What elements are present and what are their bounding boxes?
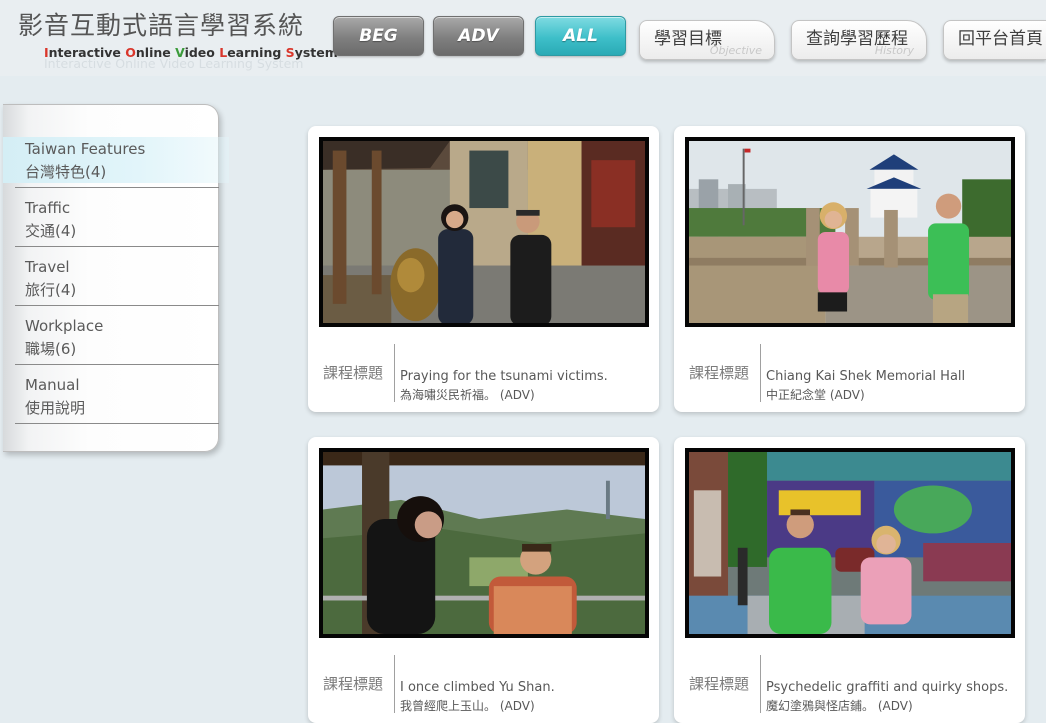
level-all-button[interactable]: ALL <box>535 16 626 56</box>
lesson-title-zh: 為海嘯災民祈福。 (ADV) <box>400 388 535 402</box>
sidebar-item-label-en: Taiwan Features <box>25 140 146 158</box>
sidebar-divider <box>15 364 219 365</box>
tab-learning-objective-label: 學習目標 <box>654 29 722 49</box>
sidebar-item-label-en: Manual <box>25 376 80 394</box>
lesson-title-zh: 我曾經爬上玉山。 (ADV) <box>400 699 535 713</box>
tab-learning-objective[interactable]: 學習目標 Objective <box>639 20 775 60</box>
lesson-title-label: 課程標題 <box>689 675 750 693</box>
level-beg-button[interactable]: BEG <box>333 16 424 56</box>
video-thumbnail[interactable] <box>319 448 649 638</box>
lesson-card-tsunami[interactable]: 課程標題 Praying for the tsunami victims. 為海… <box>308 126 659 412</box>
sidebar-item-label-zh: 職場(6) <box>25 340 77 358</box>
card-divider <box>394 655 395 713</box>
lesson-title-zh: 中正紀念堂 (ADV) <box>766 388 865 402</box>
sidebar-item-workplace[interactable]: Workplace 職場(6) <box>3 315 219 365</box>
video-thumbnail[interactable] <box>685 137 1015 327</box>
sidebar-item-label-en: Traffic <box>25 199 71 217</box>
video-thumbnail[interactable] <box>685 448 1015 638</box>
sidebar-item-travel[interactable]: Travel 旅行(4) <box>3 256 219 306</box>
lesson-title-zh: 魔幻塗鴉與怪店鋪。 (ADV) <box>766 699 913 713</box>
video-thumbnail-image <box>323 452 645 634</box>
sidebar-divider <box>15 423 219 424</box>
video-thumbnail[interactable] <box>319 137 649 327</box>
lesson-title-en: Chiang Kai Shek Memorial Hall <box>766 369 966 384</box>
sidebar-item-label-zh: 台灣特色(4) <box>25 163 107 181</box>
level-adv-button[interactable]: ADV <box>433 16 524 56</box>
lesson-card-memorial-hall[interactable]: 課程標題 Chiang Kai Shek Memorial Hall 中正紀念堂… <box>674 126 1025 412</box>
lesson-title-label: 課程標題 <box>323 675 384 693</box>
lesson-card-graffiti[interactable]: 課程標題 Psychedelic graffiti and quirky sho… <box>674 437 1025 723</box>
sidebar-divider <box>15 246 219 247</box>
lesson-title-en: I once climbed Yu Shan. <box>400 680 555 695</box>
lesson-title-en: Psychedelic graffiti and quirky shops. <box>766 680 1009 695</box>
card-divider <box>394 344 395 402</box>
lesson-title-en: Praying for the tsunami victims. <box>400 369 608 384</box>
video-thumbnail-image <box>689 141 1011 323</box>
tab-learning-history-label: 查詢學習歷程 <box>806 29 908 49</box>
sidebar-item-label-zh: 使用說明 <box>25 399 86 417</box>
tab-platform-home-label: 回平台首頁 <box>958 29 1043 49</box>
video-thumbnail-image <box>323 141 645 323</box>
tab-learning-history[interactable]: 查詢學習歷程 History <box>791 20 927 60</box>
sidebar-item-label-en: Travel <box>25 258 70 276</box>
category-sidebar: Taiwan Features 台灣特色(4) Traffic 交通(4) Tr… <box>3 104 229 452</box>
site-subtitle-reflection: Interactive Online Video Learning System <box>44 56 304 71</box>
site-subtitle: Interactive Online Video Learning System… <box>44 45 338 71</box>
lesson-title-label: 課程標題 <box>323 364 384 382</box>
sidebar-item-label-en: Workplace <box>25 317 104 335</box>
card-divider <box>760 655 761 713</box>
sidebar-divider <box>15 187 219 188</box>
card-divider <box>760 344 761 402</box>
sidebar-item-manual[interactable]: Manual 使用說明 <box>3 374 219 424</box>
video-thumbnail-image <box>689 452 1011 634</box>
sidebar-item-label-zh: 旅行(4) <box>25 281 77 299</box>
sidebar-item-taiwan-features[interactable]: Taiwan Features 台灣特色(4) <box>3 137 229 188</box>
sidebar-item-label-zh: 交通(4) <box>25 222 77 240</box>
sidebar-item-traffic[interactable]: Traffic 交通(4) <box>3 197 219 247</box>
site-logo[interactable]: 影音互動式語言學習系統 Interactive Online Video Lea… <box>18 10 338 71</box>
lesson-title-label: 課程標題 <box>689 364 750 382</box>
page: 影音互動式語言學習系統 Interactive Online Video Lea… <box>0 0 1046 723</box>
lesson-card-yu-shan[interactable]: 課程標題 I once climbed Yu Shan. 我曾經爬上玉山。 (A… <box>308 437 659 723</box>
sidebar-divider <box>15 305 219 306</box>
tab-platform-home[interactable]: 回平台首頁 <box>943 20 1046 60</box>
header: 影音互動式語言學習系統 Interactive Online Video Lea… <box>0 0 1046 76</box>
site-title: 影音互動式語言學習系統 <box>18 11 305 40</box>
